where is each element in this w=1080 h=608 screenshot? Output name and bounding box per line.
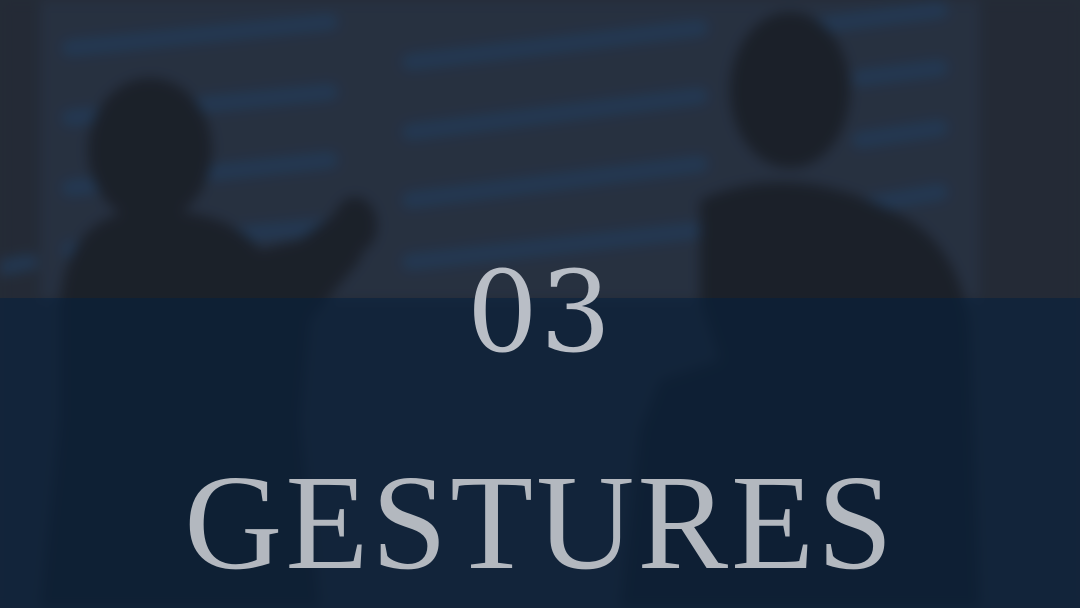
section-title: GESTURES (184, 448, 896, 598)
section-number: 03 (466, 248, 614, 378)
section-slide: 03 GESTURES (0, 0, 1080, 608)
